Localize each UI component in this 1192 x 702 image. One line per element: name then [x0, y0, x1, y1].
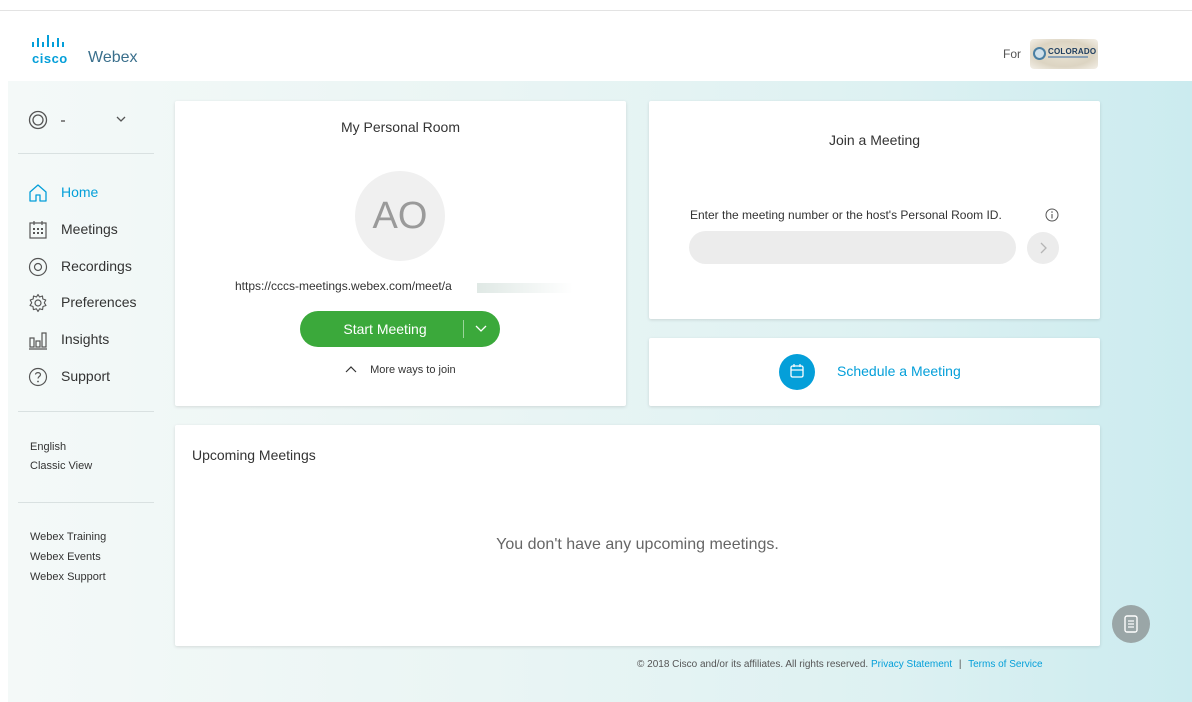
sidebar-item-recordings[interactable]: Recordings [28, 255, 168, 279]
schedule-icon-circle [779, 354, 815, 390]
join-help-text: Enter the meeting number or the host's P… [690, 208, 1002, 222]
upcoming-meetings-card: Upcoming Meetings You don't have any upc… [175, 425, 1100, 646]
chevron-up-icon [345, 366, 357, 373]
more-ways-to-join-link[interactable]: More ways to join [345, 364, 456, 376]
sidebar-item-label: Preferences [61, 294, 137, 310]
calendar-icon [29, 221, 47, 239]
sidebar-item-home[interactable]: Home [28, 181, 168, 205]
cisco-webex-logo[interactable]: cisco Webex [32, 35, 162, 75]
join-meeting-title: Join a Meeting [828, 132, 921, 148]
webex-support-link[interactable]: Webex Support [30, 571, 106, 583]
button-separator [463, 320, 464, 338]
app-header: cisco Webex For COLORADO [0, 11, 1192, 81]
sidebar-item-support[interactable]: Support [28, 365, 168, 389]
insights-icon [29, 332, 47, 350]
sidebar-divider [18, 411, 154, 412]
sidebar-item-insights[interactable]: Insights [28, 328, 168, 352]
empty-state-message: You don't have any upcoming meetings. [496, 536, 779, 553]
personal-room-url[interactable]: https://cccs-meetings.webex.com/meet/a [235, 279, 452, 293]
chevron-down-icon [116, 116, 126, 122]
chevron-down-icon[interactable] [472, 319, 490, 337]
classic-view-link[interactable]: Classic View [30, 460, 92, 472]
join-go-button[interactable] [1027, 232, 1059, 264]
sidebar-item-label: Home [61, 184, 99, 200]
webex-training-link[interactable]: Webex Training [30, 531, 106, 543]
document-icon [1124, 615, 1138, 633]
language-selector[interactable]: English [30, 441, 66, 453]
footer-separator: | [958, 659, 962, 670]
terms-of-service-link[interactable]: Terms of Service [968, 659, 1042, 670]
user-menu[interactable] [28, 110, 138, 132]
org-seal-icon [1033, 47, 1046, 60]
privacy-statement-link[interactable]: Privacy Statement [871, 659, 952, 670]
sidebar-item-label: Insights [61, 331, 110, 347]
org-name: COLORADO [1048, 47, 1097, 56]
sidebar-item-label: Meetings [61, 221, 118, 237]
cisco-bars-icon [32, 35, 64, 47]
gear-icon [29, 293, 47, 313]
cisco-wordmark: cisco [32, 51, 68, 66]
join-meeting-card: Join a Meeting Enter the meeting number … [649, 101, 1100, 319]
sidebar-item-meetings[interactable]: Meetings [28, 218, 168, 242]
webex-wordmark: Webex [88, 49, 138, 66]
help-icon [28, 367, 48, 387]
sidebar-item-label: Recordings [61, 258, 132, 274]
feedback-button[interactable] [1112, 605, 1150, 643]
org-logo: COLORADO [1030, 39, 1098, 69]
calendar-icon [790, 364, 804, 378]
avatar-initials: AO [372, 194, 428, 237]
start-meeting-button[interactable]: Start Meeting [300, 311, 500, 347]
url-redaction [477, 283, 573, 293]
user-circle-icon [28, 110, 48, 130]
sidebar-item-preferences[interactable]: Preferences [28, 291, 168, 315]
personal-room-card: My Personal Room AO https://cccs-meeting… [175, 101, 626, 406]
schedule-meeting-button[interactable]: Schedule a Meeting [649, 338, 1100, 406]
chevron-right-icon [1040, 242, 1047, 254]
personal-room-title: My Personal Room [340, 119, 461, 135]
sidebar-item-label: Support [61, 368, 111, 384]
avatar: AO [355, 171, 445, 261]
upcoming-meetings-title: Upcoming Meetings [192, 447, 316, 463]
sidebar-divider [18, 153, 154, 154]
sidebar-divider [18, 502, 154, 503]
meeting-number-input[interactable] [689, 231, 1016, 264]
org-subtitle-line [1048, 56, 1088, 58]
sidebar: Home Meetings Recordings Preferences Ins… [8, 81, 168, 681]
info-icon[interactable] [1045, 208, 1059, 222]
footer: © 2018 Cisco and/or its affiliates. All … [637, 659, 1043, 670]
start-meeting-label: Start Meeting [343, 321, 427, 337]
home-icon [29, 184, 47, 202]
for-label: For [1003, 47, 1021, 61]
webex-events-link[interactable]: Webex Events [30, 551, 101, 563]
user-name-redacted [61, 120, 65, 122]
schedule-meeting-label: Schedule a Meeting [837, 363, 961, 379]
record-icon [28, 257, 48, 277]
copyright-text: © 2018 Cisco and/or its affiliates. All … [637, 659, 869, 670]
more-ways-label: More ways to join [370, 364, 456, 376]
